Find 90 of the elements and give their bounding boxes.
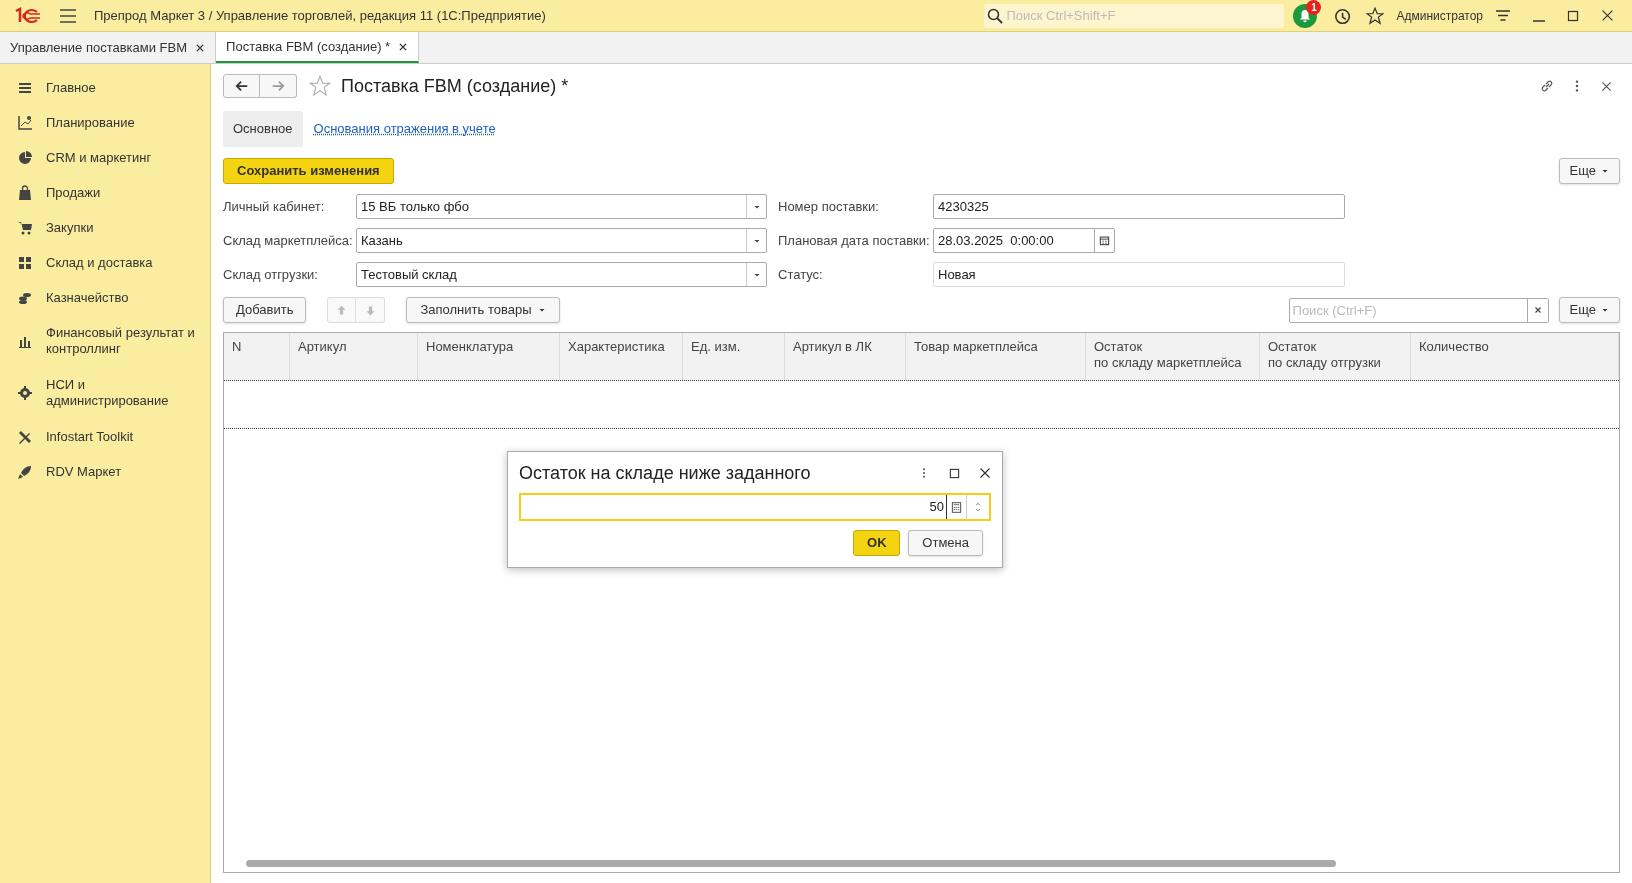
section-tab[interactable]: Основное (223, 111, 303, 147)
close-icon (1601, 80, 1612, 92)
minimize-icon[interactable] (1533, 19, 1545, 22)
section-link[interactable]: Основания отражения в учете (313, 119, 496, 139)
dropdown-field[interactable]: Казань (356, 228, 767, 253)
sidebar-item[interactable]: Финансовый результат и контроллинг (0, 315, 210, 367)
cancel-button[interactable]: Отмена (908, 530, 983, 556)
calculator-icon (951, 501, 962, 513)
date-field[interactable]: 28.03.2025 0:00:00 (933, 228, 1115, 253)
star-icon (309, 75, 331, 97)
settings-icon (1495, 7, 1511, 24)
global-search-field[interactable]: Поиск Ctrl+Shift+F (984, 3, 1285, 28)
move-up-button[interactable] (327, 297, 357, 323)
column-header[interactable]: Товар маркетплейса (906, 333, 1086, 380)
dialog-title: Остаток на складе ниже заданного (519, 461, 811, 485)
bell-icon (1298, 8, 1313, 23)
close-icon (398, 41, 409, 52)
menu-icon[interactable] (60, 8, 76, 23)
clear-icon (1533, 306, 1542, 314)
ok-button[interactable]: OK (853, 530, 901, 556)
spinner-icon (973, 500, 983, 514)
more-button[interactable]: Еще (1558, 158, 1620, 184)
sidebar-item[interactable]: Главное (0, 70, 210, 105)
column-header[interactable]: Характеристика (560, 333, 683, 380)
sidebar-item[interactable]: Продажи (0, 175, 210, 210)
sidebar-item[interactable]: Закупки (0, 210, 210, 245)
field-label: Номер поставки: (778, 197, 880, 216)
sidebar-item[interactable]: Планирование (0, 105, 210, 140)
column-header[interactable]: Остаток по складу маркетплейса (1086, 333, 1260, 380)
sidebar-item[interactable]: Infostart Toolkit (0, 419, 210, 454)
add-button[interactable]: Добавить (223, 297, 307, 323)
sidebar-item[interactable]: CRM и маркетинг (0, 140, 210, 175)
close-icon (979, 467, 991, 479)
caret-icon (1601, 167, 1609, 175)
pie-chart-icon (17, 149, 33, 166)
close-icon (195, 42, 206, 53)
field-label: Личный кабинет: (223, 197, 326, 216)
maximize-icon (1567, 9, 1579, 22)
field-label: Статус: (778, 265, 824, 284)
search-icon (987, 7, 1004, 24)
maximize-icon (949, 467, 960, 479)
calendar-icon (1099, 235, 1110, 246)
link-icon (1539, 78, 1555, 94)
field-label: Склад отгрузки: (223, 265, 319, 284)
sidebar-item[interactable]: RDV Маркет (0, 454, 210, 489)
column-header[interactable]: Номенклатура (418, 333, 560, 380)
sidebar-item[interactable]: Казначейство (0, 280, 210, 315)
sidebar-item[interactable]: Склад и доставка (0, 245, 210, 280)
column-header[interactable]: Количество (1411, 333, 1619, 380)
chart-icon (17, 114, 33, 131)
number-input-field[interactable]: 50 (519, 493, 991, 521)
column-header[interactable]: Ед. изм. (683, 333, 785, 380)
input-field[interactable]: Новая (933, 262, 1345, 287)
document-tab[interactable]: Поставка FBM (создание) * (216, 32, 420, 63)
back-button[interactable] (223, 74, 260, 98)
close-icon (1601, 9, 1614, 22)
settings-icon (17, 385, 33, 401)
notifications-button[interactable]: 1 (1293, 3, 1318, 28)
caret-icon (537, 306, 546, 314)
clear-button[interactable] (1526, 298, 1548, 322)
fill-items-button[interactable]: Заполнить товары (406, 297, 560, 323)
bag-icon (17, 184, 33, 201)
field-label: Плановая дата поставки: (778, 231, 931, 250)
arrow-left-icon (234, 79, 249, 93)
grid-icon (17, 254, 33, 271)
move-down-button[interactable] (356, 297, 386, 323)
more-button[interactable]: Еще (1558, 297, 1620, 323)
form-title: Поставка FBM (создание) * (341, 74, 569, 98)
input-field[interactable]: 4230325 (933, 194, 1345, 219)
notification-count-badge: 1 (1306, 0, 1322, 15)
column-header[interactable]: N (224, 333, 290, 380)
field-label: Склад маркетплейса: (223, 231, 354, 250)
cart-icon (17, 219, 33, 236)
column-header[interactable]: Остаток по складу отгрузки (1260, 333, 1411, 380)
save-button[interactable]: Сохранить изменения (223, 158, 394, 184)
table-search-field[interactable]: Поиск (Ctrl+F) (1288, 297, 1549, 323)
tools-icon (17, 428, 33, 445)
scrollbar-thumb[interactable] (246, 859, 1336, 867)
caret-icon (1601, 306, 1609, 314)
dropdown-field[interactable]: 15 ВБ только фбо (356, 194, 767, 219)
column-header[interactable]: Артикул (290, 333, 418, 380)
history-icon (1333, 6, 1352, 25)
dropdown-field[interactable]: Тестовый склад (356, 262, 767, 287)
logo-icon (13, 6, 43, 25)
user-name[interactable]: Администратор (1396, 6, 1483, 25)
window-title: Препрод Маркет 3 / Управление торговлей, редакция 11 (1С:Предприятие) (94, 6, 546, 25)
star-icon (1366, 6, 1385, 25)
arrow-right-icon (271, 79, 285, 93)
column-header[interactable]: Артикул в ЛК (785, 333, 906, 380)
sidebar-item[interactable]: НСИ и администрирование (0, 367, 210, 419)
